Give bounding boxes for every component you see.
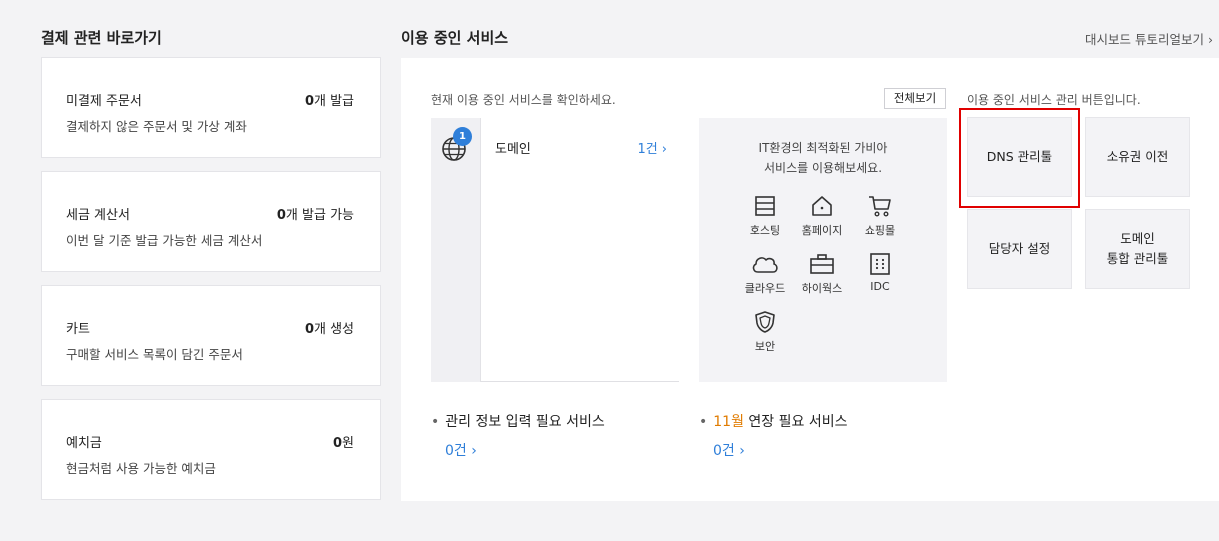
service-homepage[interactable]: 홈페이지	[796, 194, 848, 238]
server-icon	[755, 196, 775, 216]
ownership-transfer-button[interactable]: 소유권 이전	[1085, 117, 1190, 197]
view-all-button[interactable]: 전체보기	[884, 88, 946, 109]
cart-icon	[869, 196, 891, 217]
card-desc: 결제하지 않은 주문서 및 가상 계좌	[66, 119, 247, 134]
dashboard-tutorial-link[interactable]: 대시보드 튜토리얼보기 ›	[1085, 29, 1213, 48]
home-icon	[812, 196, 832, 216]
promo-line-1: IT환경의 최적화된 가비아	[758, 141, 888, 155]
card-value: 0개 발급	[304, 94, 354, 109]
service-label: 하이웍스	[801, 282, 843, 295]
dns-button-highlight	[959, 108, 1080, 208]
info-required-label: • 관리 정보 입력 필요 서비스	[431, 414, 605, 430]
card-title: 세금 계산서	[66, 208, 130, 223]
card-value: 0원	[332, 436, 354, 451]
domain-integrated-manager-button[interactable]: 도메인 통합 관리툴	[1085, 209, 1190, 289]
service-label: 클라우드	[744, 282, 786, 295]
card-unpaid-orders[interactable]: 미결제 주문서 0개 발급 결제하지 않은 주문서 및 가상 계좌	[41, 57, 381, 158]
card-deposit[interactable]: 예치금 0원 현금처럼 사용 가능한 예치금	[41, 399, 381, 500]
service-label: 홈페이지	[801, 224, 843, 237]
card-title: 미결제 주문서	[66, 94, 142, 109]
billing-shortcuts-title: 결제 관련 바로가기	[41, 29, 162, 47]
cloud-icon	[752, 257, 778, 273]
service-hosting[interactable]: 호스팅	[739, 194, 791, 238]
renewal-required-count-link[interactable]: 0건 ›	[713, 440, 745, 460]
domain-count-badge: 1	[453, 127, 472, 146]
card-desc: 구매할 서비스 목록이 담긴 주문서	[66, 347, 243, 362]
card-title: 카트	[66, 322, 90, 337]
card-title: 예치금	[66, 436, 102, 451]
card-value: 0개 생성	[304, 322, 354, 337]
button-label: 도메인 통합 관리툴	[1106, 231, 1169, 266]
service-label: 쇼핑몰	[864, 224, 896, 237]
service-shopping-mall[interactable]: 쇼핑몰	[854, 194, 906, 238]
card-tax-invoice[interactable]: 세금 계산서 0개 발급 가능 이번 달 기준 발급 가능한 세금 계산서	[41, 171, 381, 272]
service-label: 보안	[754, 340, 776, 353]
domain-sidebar: 1	[431, 118, 481, 382]
card-cart[interactable]: 카트 0개 생성 구매할 서비스 목록이 담긴 주문서	[41, 285, 381, 386]
renewal-required-label: • 11월 연장 필요 서비스	[699, 414, 848, 430]
manage-buttons-note: 이용 중인 서비스 관리 버튼입니다.	[967, 93, 1141, 107]
promo-text: IT환경의 최적화된 가비아 서비스를 이용해보세요.	[699, 138, 947, 178]
service-promo-box: IT환경의 최적화된 가비아 서비스를 이용해보세요. 호스팅 홈페이지 쇼핑몰…	[699, 118, 947, 382]
domain-label: 도메인	[495, 142, 531, 157]
promo-line-2: 서비스를 이용해보세요.	[763, 161, 883, 175]
button-label: 담당자 설정	[988, 241, 1051, 256]
shield-icon	[755, 311, 775, 333]
services-note: 현재 이용 중인 서비스를 확인하세요.	[431, 93, 616, 107]
button-label: 소유권 이전	[1106, 149, 1169, 164]
services-in-use-title: 이용 중인 서비스	[401, 29, 509, 47]
service-security[interactable]: 보안	[739, 310, 791, 354]
card-desc: 현금처럼 사용 가능한 예치금	[66, 461, 216, 476]
service-label: IDC	[870, 280, 890, 293]
domain-count-link[interactable]: 1건 ›	[637, 138, 667, 157]
briefcase-icon	[810, 254, 834, 274]
domain-service-box[interactable]: 1 도메인 1건 ›	[431, 118, 679, 382]
service-cloud[interactable]: 클라우드	[739, 252, 791, 296]
contact-settings-button[interactable]: 담당자 설정	[967, 209, 1072, 289]
info-required-count-link[interactable]: 0건 ›	[445, 440, 477, 460]
service-label: 호스팅	[749, 224, 781, 237]
service-hiworks[interactable]: 하이웍스	[796, 252, 848, 296]
card-value: 0개 발급 가능	[276, 208, 354, 223]
service-idc[interactable]: IDC	[854, 252, 906, 293]
idc-icon	[870, 253, 890, 275]
card-desc: 이번 달 기준 발급 가능한 세금 계산서	[66, 233, 263, 248]
